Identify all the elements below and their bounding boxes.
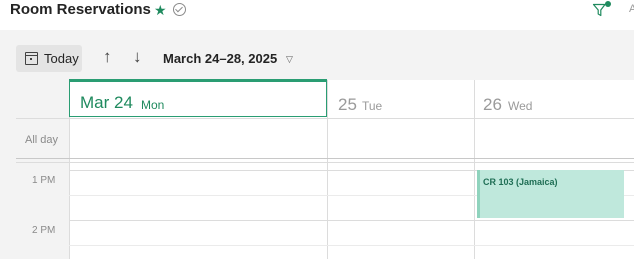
filter-active-dot [605, 1, 611, 7]
app-header: Room Reservations ★ A [0, 0, 634, 30]
event-title: CR 103 (Jamaica) [483, 177, 558, 187]
day-number: 25 [338, 95, 357, 114]
cut-off-toolbar-item: A [629, 3, 634, 15]
chevron-down-icon[interactable]: ▽ [286, 54, 293, 65]
previous-week-arrow-icon[interactable]: ↑ [103, 48, 112, 66]
star-icon[interactable]: ★ [154, 2, 167, 19]
today-button[interactable]: Today [16, 45, 82, 72]
hour-label: 2 PM [32, 225, 56, 236]
next-week-arrow-icon[interactable]: ↓ [133, 48, 142, 66]
hour-line [69, 220, 634, 221]
check-circle-icon[interactable] [173, 3, 186, 16]
page-title: Room Reservations [10, 1, 151, 18]
calendar-event[interactable]: CR 103 (Jamaica) [477, 170, 624, 218]
all-day-divider [16, 158, 634, 159]
day-name: Tue [362, 99, 383, 113]
day-name: Mon [141, 98, 165, 112]
day-header-selected[interactable]: Mar 24 Mon [69, 79, 327, 117]
day-number: Mar 24 [80, 93, 133, 112]
day-number: 26 [483, 95, 502, 114]
all-day-label: All day [25, 134, 59, 146]
header-divider [16, 118, 634, 119]
week-calendar-grid: Mar 24 Mon 25 Tue 26 Wed All day 1 PM 2 … [16, 79, 634, 259]
date-range-picker[interactable]: March 24–28, 2025 [163, 51, 277, 66]
hour-label: 1 PM [32, 175, 56, 186]
calendar-today-icon [25, 52, 38, 65]
half-hour-line [69, 245, 634, 246]
today-button-label: Today [44, 51, 79, 66]
day-name: Wed [508, 99, 533, 113]
calendar-toolbar: Today ↑ ↓ March 24–28, 2025 ▽ [0, 30, 634, 80]
all-day-divider-inner [16, 162, 634, 163]
